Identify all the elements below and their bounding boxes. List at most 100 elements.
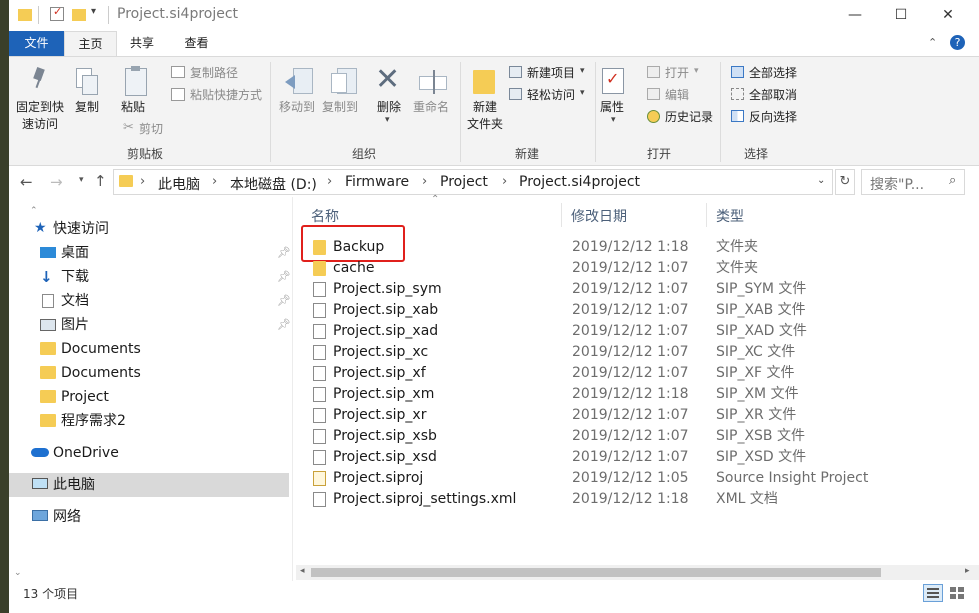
nav-item-documents-cn[interactable]: 文档 📌︎ bbox=[9, 289, 291, 313]
properties-button[interactable]: 属性 bbox=[598, 99, 626, 116]
breadcrumb-separator-icon[interactable]: › bbox=[422, 174, 427, 189]
select-all-button[interactable]: 全部选择 bbox=[749, 64, 797, 81]
nav-onedrive[interactable]: OneDrive bbox=[9, 441, 289, 465]
edit-button[interactable]: 编辑 bbox=[665, 86, 689, 103]
file-row[interactable]: Project.sip_xad 2019/12/12 1:07 SIP_XAD … bbox=[303, 321, 979, 342]
paste-button[interactable]: 粘贴 bbox=[115, 99, 151, 116]
invert-selection-button[interactable]: 反向选择 bbox=[749, 108, 797, 125]
delete-button[interactable]: 删除 bbox=[371, 99, 407, 116]
properties-check-icon[interactable]: ✓ bbox=[50, 5, 64, 21]
paste-shortcut-button[interactable]: 粘贴快捷方式 bbox=[190, 86, 262, 103]
copy-button[interactable]: 复制 bbox=[69, 99, 105, 116]
pinned-icon[interactable]: 📌︎ bbox=[277, 313, 291, 337]
move-to-button[interactable]: 移动到 bbox=[275, 99, 319, 116]
copy-to-button[interactable]: 复制到 bbox=[318, 99, 362, 116]
new-folder-icon[interactable] bbox=[72, 9, 86, 21]
breadcrumb-separator-icon[interactable]: › bbox=[327, 174, 332, 189]
nav-item-documents-1[interactable]: Documents bbox=[9, 337, 289, 361]
nav-network[interactable]: 网络 bbox=[9, 505, 289, 529]
file-row[interactable]: Project.sip_xc 2019/12/12 1:07 SIP_XC 文件 bbox=[303, 342, 979, 363]
breadcrumb-current[interactable]: Project.si4project bbox=[519, 174, 640, 190]
chevron-down-icon[interactable]: ▾ bbox=[694, 66, 699, 76]
details-view-icon[interactable] bbox=[923, 584, 943, 602]
copy-icon bbox=[76, 68, 98, 96]
scroll-left-icon[interactable]: ◂ bbox=[300, 566, 305, 576]
nav-item-desktop[interactable]: 桌面 📌︎ bbox=[9, 241, 291, 265]
chevron-down-icon[interactable]: ▾ bbox=[580, 66, 585, 76]
file-row[interactable]: Project.sip_sym 2019/12/12 1:07 SIP_SYM … bbox=[303, 279, 979, 300]
up-arrow-icon[interactable]: ↑ bbox=[94, 172, 107, 190]
scroll-right-icon[interactable]: ▸ bbox=[965, 566, 970, 576]
breadcrumb-firmware[interactable]: Firmware bbox=[345, 174, 409, 190]
pictures-icon bbox=[40, 319, 56, 331]
recent-locations-chevron-icon[interactable]: ▾ bbox=[79, 175, 84, 185]
tab-share[interactable]: 共享 bbox=[115, 31, 169, 56]
file-row-cache[interactable]: cache 2019/12/12 1:07 文件夹 bbox=[303, 258, 979, 279]
file-row[interactable]: Project.siproj 2019/12/12 1:05 Source In… bbox=[303, 468, 979, 489]
nav-quick-access[interactable]: ★ 快速访问 bbox=[9, 217, 289, 241]
nav-item-documents-2[interactable]: Documents bbox=[9, 361, 289, 385]
breadcrumb-drive[interactable]: 本地磁盘 (D:) bbox=[230, 174, 317, 194]
new-folder-button[interactable]: 新建 文件夹 bbox=[463, 99, 507, 133]
breadcrumb-separator-icon[interactable]: › bbox=[502, 174, 507, 189]
easy-access-button[interactable]: 轻松访问 bbox=[527, 86, 575, 103]
file-row[interactable]: Project.sip_xr 2019/12/12 1:07 SIP_XR 文件 bbox=[303, 405, 979, 426]
nav-scroll-up-icon[interactable]: ⌃ bbox=[30, 206, 38, 216]
pin-quick-access-button[interactable]: 固定到快 速访问 bbox=[12, 99, 68, 133]
forward-arrow-icon[interactable]: → bbox=[50, 173, 63, 191]
breadcrumb-project[interactable]: Project bbox=[440, 174, 488, 190]
pinned-icon[interactable]: 📌︎ bbox=[277, 265, 291, 289]
breadcrumb-separator-icon[interactable]: › bbox=[140, 174, 145, 189]
file-row[interactable]: Project.sip_xm 2019/12/12 1:18 SIP_XM 文件 bbox=[303, 384, 979, 405]
nav-item-pictures[interactable]: 图片 📌︎ bbox=[9, 313, 291, 337]
address-history-chevron-icon[interactable]: ⌄ bbox=[817, 175, 825, 186]
tab-home[interactable]: 主页 bbox=[64, 31, 117, 57]
nav-scroll-down-icon[interactable]: ⌄ bbox=[14, 568, 22, 578]
pinned-icon[interactable]: 📌︎ bbox=[277, 241, 291, 265]
large-icons-view-icon[interactable] bbox=[947, 584, 967, 602]
properties-dropdown-icon[interactable]: ▾ bbox=[611, 115, 616, 125]
collapse-ribbon-icon[interactable]: ⌃ bbox=[928, 36, 937, 49]
chevron-down-icon[interactable]: ▾ bbox=[580, 88, 585, 98]
nav-this-pc[interactable]: 此电脑 bbox=[9, 473, 289, 497]
file-row[interactable]: Project.sip_xsb 2019/12/12 1:07 SIP_XSB … bbox=[303, 426, 979, 447]
desktop-icon bbox=[40, 247, 56, 258]
divider[interactable] bbox=[706, 203, 707, 227]
back-arrow-icon[interactable]: ← bbox=[20, 173, 33, 191]
help-icon[interactable]: ? bbox=[950, 35, 965, 50]
file-row[interactable]: Project.sip_xsd 2019/12/12 1:07 SIP_XSD … bbox=[303, 447, 979, 468]
explorer-window: ✓ ▾ Project.si4project — ☐ ✕ 文件 主页 共享 查看… bbox=[9, 0, 979, 613]
scrollbar-thumb[interactable] bbox=[311, 568, 881, 577]
new-item-button[interactable]: 新建项目 bbox=[527, 64, 575, 81]
select-none-button[interactable]: 全部取消 bbox=[749, 86, 797, 103]
horizontal-scrollbar[interactable]: ◂ ▸ bbox=[296, 565, 979, 580]
refresh-icon[interactable]: ↻ bbox=[835, 169, 855, 195]
column-header-name[interactable]: 名称 bbox=[311, 206, 339, 226]
file-row[interactable]: Project.siproj_settings.xml 2019/12/12 1… bbox=[303, 489, 979, 510]
minimize-button[interactable]: — bbox=[832, 0, 878, 31]
copy-path-button[interactable]: 复制路径 bbox=[190, 64, 238, 81]
cut-button[interactable]: 剪切 bbox=[139, 120, 163, 137]
column-header-type[interactable]: 类型 bbox=[716, 206, 744, 226]
close-button[interactable]: ✕ bbox=[925, 0, 971, 31]
tab-file[interactable]: 文件 bbox=[9, 31, 64, 56]
history-button[interactable]: 历史记录 bbox=[665, 108, 713, 125]
divider[interactable] bbox=[561, 203, 562, 227]
file-row[interactable]: Project.sip_xf 2019/12/12 1:07 SIP_XF 文件 bbox=[303, 363, 979, 384]
file-row[interactable]: Project.sip_xab 2019/12/12 1:07 SIP_XAB … bbox=[303, 300, 979, 321]
quick-access-dropdown-icon[interactable]: ▾ bbox=[91, 6, 96, 17]
breadcrumb-separator-icon[interactable]: › bbox=[212, 174, 217, 189]
pinned-icon[interactable]: 📌︎ bbox=[277, 289, 291, 313]
divider bbox=[460, 62, 461, 162]
search-icon[interactable]: ⌕ bbox=[949, 173, 956, 188]
delete-dropdown-icon[interactable]: ▾ bbox=[385, 115, 390, 125]
column-header-date[interactable]: 修改日期 bbox=[571, 206, 627, 226]
maximize-button[interactable]: ☐ bbox=[878, 0, 924, 31]
breadcrumb-this-pc[interactable]: 此电脑 bbox=[158, 174, 200, 194]
nav-item-project[interactable]: Project bbox=[9, 385, 289, 409]
rename-button[interactable]: 重命名 bbox=[409, 99, 453, 116]
nav-item-downloads[interactable]: ↓ 下载 📌︎ bbox=[9, 265, 291, 289]
nav-item-requirements[interactable]: 程序需求2 bbox=[9, 409, 289, 433]
tab-view[interactable]: 查看 bbox=[169, 31, 224, 56]
open-button[interactable]: 打开 bbox=[665, 64, 689, 81]
